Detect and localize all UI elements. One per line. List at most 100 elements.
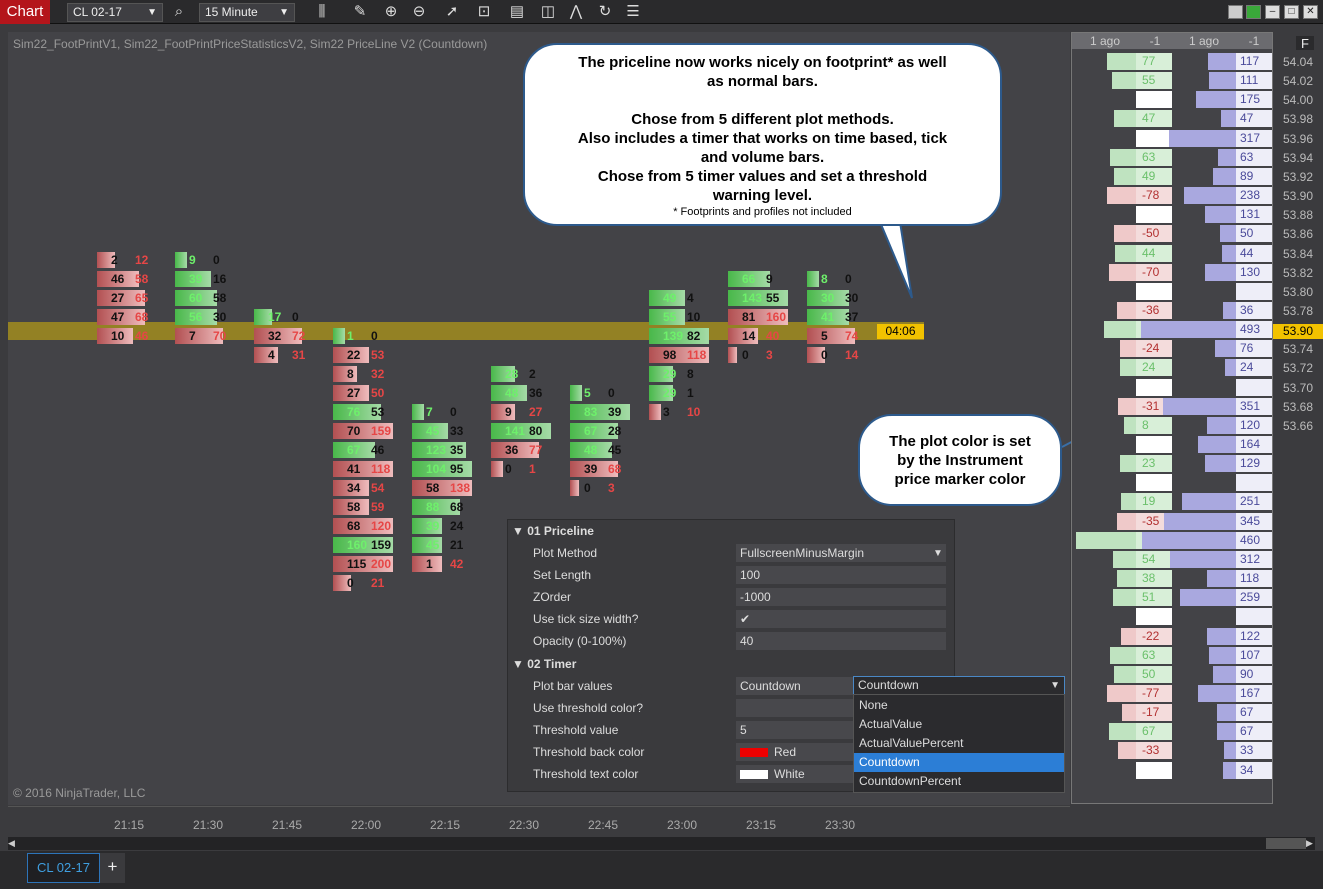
time-label: 22:15 [430,818,461,832]
property-row[interactable]: Opacity (0-100%) 40 [508,630,956,652]
property-value[interactable]: 40 [736,632,946,650]
dropdown-option[interactable]: ActualValue [854,715,1064,734]
property-value[interactable] [736,699,854,717]
price-label: 53.68 [1283,399,1314,414]
scroll-right-icon[interactable]: ▶ [1306,837,1316,850]
chevron-down-icon[interactable]: ▼ [933,548,943,559]
property-label: Threshold back color [533,745,645,759]
stats-bar-right [1206,416,1236,434]
stats-value-right: 175 [1240,92,1261,107]
stats-bar-right [1225,359,1236,377]
stats-row: 87493 [1072,321,1272,339]
property-value[interactable]: White [736,765,854,783]
stats-bar-right [1223,742,1236,760]
stats-row: -77 167 [1072,684,1272,702]
value-text: Countdown [740,679,801,693]
callout-note: * Footprints and profiles not included [673,206,852,218]
time-label: 21:30 [193,818,224,832]
property-row[interactable]: Set Length 100 [508,564,956,586]
stats-bar-left [1121,493,1136,511]
stats-cell-left [1136,129,1172,147]
stats-row: 175 [1072,91,1272,109]
stats-row: -50 50 [1072,225,1272,243]
stats-value-right: 67 [1240,724,1254,739]
stats-value-left: -77 [1142,685,1160,700]
scroll-left-icon[interactable]: ◀ [8,837,18,850]
stats-bar-left [1113,665,1136,683]
stats-row: 38 118 [1072,570,1272,588]
stats-value-right: 76 [1240,341,1254,356]
stats-value-left: -50 [1142,226,1160,241]
stats-cell-left [1136,378,1172,396]
property-value[interactable]: -1000 [736,588,946,606]
stats-row: 50 90 [1072,665,1272,683]
stats-value-right: 129 [1240,456,1261,471]
stats-row: 63 107 [1072,646,1272,664]
stats-bar-right [1217,148,1236,166]
stats-value-right: 34 [1240,762,1254,777]
stats-value-left: 19 [1142,494,1156,509]
property-value[interactable]: Red [736,743,854,761]
stats-value-right: 131 [1240,207,1261,222]
price-label: 54.00 [1283,93,1314,108]
stats-value-right: 63 [1240,149,1254,164]
stats-bar-right [1197,684,1236,702]
stats-value-left: 47 [1142,111,1156,126]
dropdown-option[interactable]: CountdownPercent [854,772,1064,791]
time-label: 23:30 [825,818,856,832]
color-callout: The plot color is set by the Instrument … [858,414,1062,506]
scroll-thumb[interactable] [1266,838,1306,849]
stats-cell-left [1136,474,1172,492]
stats-value-left: -17 [1142,705,1160,720]
stats-cell-right [1236,474,1272,492]
time-label: 21:15 [114,818,145,832]
collapse-icon: ▼ [512,657,524,671]
price-axis[interactable]: 54.04 54.02 54.00 53.98 53.96 53.94 53.92 53.90… [1275,50,1323,810]
price-label: 53.80 [1283,284,1314,299]
stats-bar-left [1117,512,1136,530]
stats-bar-right [1181,493,1236,511]
stats-bar-right [1141,321,1236,339]
property-value[interactable]: Countdown [736,677,854,695]
stats-bar-right [1162,397,1236,415]
property-row[interactable]: Plot Method FullscreenMinusMargin [508,542,956,564]
stats-row: 51 259 [1072,589,1272,607]
property-row[interactable]: Use tick size width? ✔ [508,608,956,630]
dropdown-option[interactable]: Countdown [854,753,1064,772]
stats-value-right: 111 [1240,73,1259,88]
price-label: 53.72 [1283,361,1314,376]
category-priceline[interactable]: ▼ 01 Priceline [508,520,956,542]
time-label: 21:45 [272,818,303,832]
stats-value-right: 24 [1240,360,1254,375]
property-value[interactable]: FullscreenMinusMargin [736,544,946,562]
property-row[interactable]: ZOrder -1000 [508,586,956,608]
stats-value-right: 164 [1240,437,1261,451]
stats-bar-left [1120,627,1136,645]
tab-cl-02-17[interactable]: CL 02-17 [27,853,100,883]
plot-bar-values-select[interactable]: Countdown ▼ [853,676,1065,695]
stats-cell-left [1136,436,1172,453]
category-timer[interactable]: ▼ 02 Timer [508,653,956,675]
callout-line: and volume bars. [700,149,825,166]
stats-row [1072,608,1272,626]
add-tab-button[interactable]: + [100,853,125,883]
stats-bar-left [1106,684,1136,702]
property-value[interactable]: ✔ [736,610,946,628]
dropdown-option[interactable]: ActualValuePercent [854,734,1064,753]
time-axis[interactable]: 21:15 21:30 21:45 22:00 22:15 22:30 22:45 23:00… [8,806,1070,836]
property-label: ZOrder [533,590,572,604]
price-label: 53.74 [1283,342,1314,357]
stats-row: -22 122 [1072,627,1272,645]
horizontal-scrollbar[interactable]: ◀ ▶ [8,837,1315,850]
stats-row [1072,378,1272,396]
stats-bar-left [1113,589,1136,607]
stats-value-right: 238 [1240,188,1261,203]
stats-bar-left [1120,455,1136,473]
property-value[interactable]: 5 [736,721,854,739]
stats-bar-right [1212,665,1236,683]
stats-bar-left [1104,321,1136,339]
property-value[interactable]: 100 [736,566,946,584]
stats-value-left: -24 [1142,341,1160,356]
stats-row: 44 44 [1072,244,1272,262]
dropdown-option[interactable]: None [854,696,1064,715]
